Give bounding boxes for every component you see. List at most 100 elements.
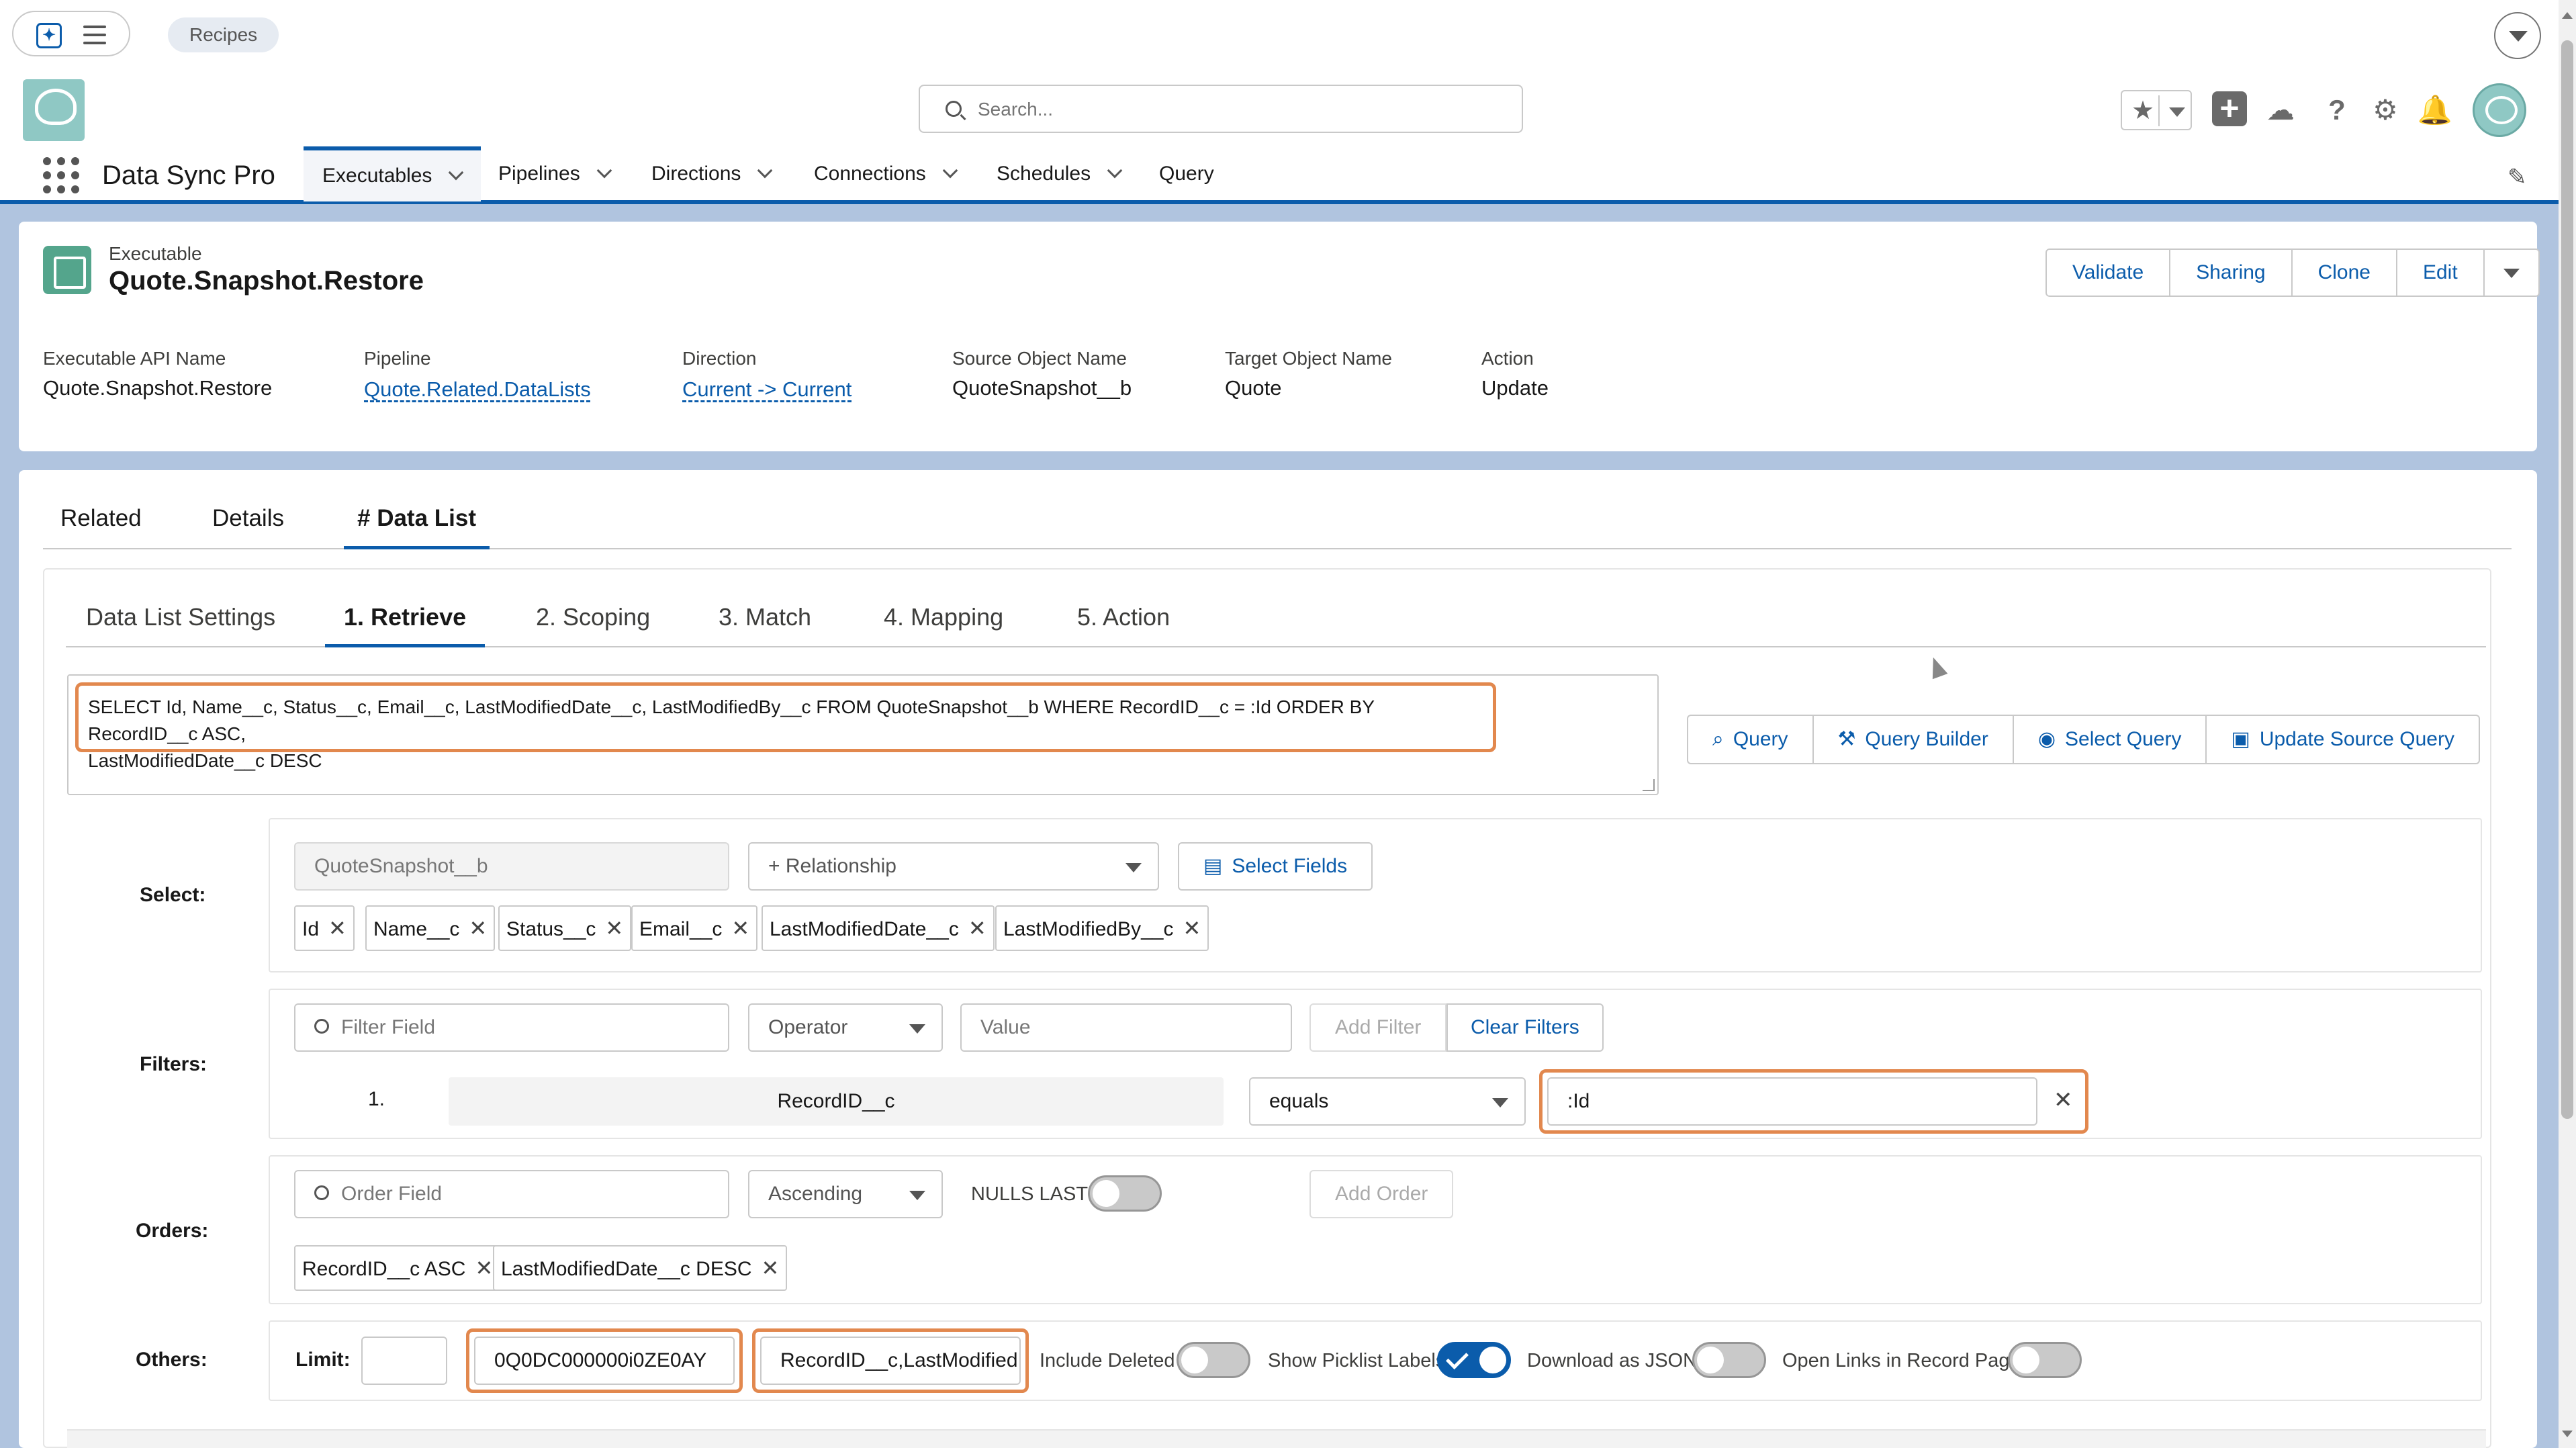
include-deleted-toggle[interactable] [1177, 1342, 1250, 1378]
query-builder-button[interactable]: ⚒ Query Builder [1814, 716, 2014, 763]
show-picklist-labels-toggle[interactable] [1437, 1342, 1511, 1378]
scrollbar[interactable] [2559, 0, 2576, 1448]
direction-link[interactable]: Current -> Current [682, 377, 852, 402]
order-pill[interactable]: RecordID__c ASC ✕ [294, 1245, 502, 1291]
query-line: SELECT Id, Name__c, Status__c, Email__c,… [88, 696, 1375, 744]
close-icon[interactable]: ✕ [1183, 916, 1201, 940]
tab-details[interactable]: Details [212, 505, 284, 549]
pill-label: Id [302, 918, 320, 940]
nulls-last-toggle[interactable] [1088, 1175, 1162, 1212]
field-pill[interactable]: LastModifiedDate__c ✕ [762, 905, 995, 951]
field-pill[interactable]: Id ✕ [294, 905, 355, 951]
close-icon[interactable]: ✕ [469, 916, 487, 940]
tab-mapping[interactable]: 4. Mapping [884, 603, 1003, 647]
gear-icon[interactable]: ⚙ [2366, 91, 2404, 129]
select-value: Operator [768, 1016, 848, 1038]
operator-select[interactable]: Operator [748, 1003, 943, 1052]
sharing-button[interactable]: Sharing [2170, 250, 2293, 296]
chevron-down-icon [2503, 269, 2520, 279]
edit-nav-icon[interactable]: ✎ [2508, 164, 2527, 191]
close-icon[interactable]: ✕ [475, 1256, 493, 1280]
chevron-down-icon[interactable] [449, 165, 464, 181]
filter-field-input[interactable]: Filter Field [294, 1003, 729, 1052]
close-icon[interactable]: ✕ [605, 916, 623, 940]
app-launcher-icon[interactable]: ✦ [36, 23, 62, 48]
close-icon[interactable]: ✕ [731, 916, 749, 940]
close-icon[interactable]: ✕ [328, 916, 347, 940]
order-direction-select[interactable]: Ascending [748, 1170, 943, 1218]
menu-icon[interactable] [83, 26, 106, 44]
query-actions: ⌕ Query ⚒ Query Builder ◉ Select Query ▣ Upd… [1687, 715, 2480, 764]
waffle-icon[interactable] [43, 157, 79, 193]
help-icon[interactable]: ? [2318, 91, 2356, 129]
close-icon[interactable]: ✕ [762, 1256, 780, 1280]
pill-label: Email__c [639, 918, 723, 940]
avatar[interactable] [2473, 83, 2526, 137]
global-search[interactable] [919, 85, 1523, 133]
nav-item-connections[interactable]: Connections [814, 146, 958, 201]
chevron-down-icon[interactable] [2494, 12, 2541, 59]
fields-value-input[interactable]: RecordID__c,LastModifiedDa [760, 1337, 1021, 1385]
more-actions-button[interactable] [2485, 250, 2538, 296]
relationship-select[interactable]: + Relationship [748, 842, 1159, 891]
add-icon[interactable]: + [2212, 91, 2247, 126]
search-icon [946, 101, 962, 117]
nav-item-query[interactable]: Query [1159, 146, 1214, 201]
order-field-input[interactable]: Order Field [294, 1170, 729, 1218]
record-id-input[interactable]: 0Q0DC000000i0ZE0AY [474, 1337, 735, 1385]
resize-handle[interactable] [1643, 779, 1655, 791]
tab-scoping[interactable]: 2. Scoping [536, 603, 650, 647]
field-pill[interactable]: Email__c ✕ [631, 905, 758, 951]
download-json-toggle[interactable] [1692, 1342, 1766, 1378]
filter-value-input[interactable]: Value [960, 1003, 1292, 1052]
tab-action[interactable]: 5. Action [1077, 603, 1170, 647]
tab-data-list[interactable]: # Data List [344, 505, 490, 549]
favorites-button[interactable]: ★ [2121, 90, 2192, 130]
select-label: Select: [140, 884, 206, 906]
pipeline-link[interactable]: Quote.Related.DataLists [364, 377, 591, 402]
tab-data-list-settings[interactable]: Data List Settings [86, 603, 275, 647]
cloud-icon[interactable]: ☁ [2262, 91, 2299, 129]
limit-input[interactable] [361, 1337, 447, 1385]
validate-button[interactable]: Validate [2047, 250, 2171, 296]
nav-item-directions[interactable]: Directions [651, 146, 773, 201]
nav-item-schedules[interactable]: Schedules [997, 146, 1123, 201]
chevron-down-icon[interactable] [942, 163, 958, 179]
button-label: Update Source Query [2259, 728, 2454, 750]
open-links-toggle[interactable] [2008, 1342, 2082, 1378]
clear-filters-button[interactable]: Clear Filters [1446, 1003, 1604, 1052]
field-pill[interactable]: Name__c ✕ [365, 905, 496, 951]
remove-filter-icon[interactable]: ✕ [2054, 1087, 2073, 1114]
field-pill[interactable]: LastModifiedBy__c ✕ [995, 905, 1209, 951]
clone-button[interactable]: Clone [2293, 250, 2397, 296]
field-pill[interactable]: Status__c ✕ [498, 905, 632, 951]
query-button[interactable]: ⌕ Query [1688, 716, 1814, 763]
filter-value-field[interactable]: :Id [1547, 1077, 2037, 1126]
pill-label: RecordID__c ASC [302, 1258, 466, 1280]
filter-operator-select[interactable]: equals [1249, 1077, 1526, 1126]
add-filter-button[interactable]: Add Filter [1309, 1003, 1447, 1052]
nav-item-pipelines[interactable]: Pipelines [498, 146, 612, 201]
tab-related[interactable]: Related [60, 505, 142, 549]
bell-icon[interactable]: 🔔 [2416, 91, 2454, 129]
recipes-pill[interactable]: Recipes [168, 17, 279, 52]
nav-item-executables[interactable]: Executables [304, 146, 481, 201]
app-switcher[interactable]: ✦ [12, 11, 130, 56]
chevron-down-icon[interactable] [596, 163, 612, 179]
add-order-button[interactable]: Add Order [1309, 1170, 1454, 1218]
search-input[interactable] [978, 93, 1502, 126]
order-pill[interactable]: LastModifiedDate__c DESC ✕ [493, 1245, 788, 1291]
update-source-query-button[interactable]: ▣ Update Source Query [2207, 716, 2479, 763]
chevron-down-icon[interactable] [757, 163, 773, 179]
query-text[interactable]: SELECT Id, Name__c, Status__c, Email__c,… [75, 682, 1496, 771]
close-icon[interactable]: ✕ [968, 916, 986, 940]
tab-retrieve[interactable]: 1. Retrieve [325, 603, 486, 647]
select-fields-button[interactable]: ▤ Select Fields [1178, 842, 1373, 891]
star-icon[interactable]: ★ [2127, 95, 2160, 126]
chevron-down-icon[interactable] [1107, 163, 1123, 179]
favorites-dropdown-icon[interactable] [2169, 107, 2185, 117]
edit-button[interactable]: Edit [2397, 250, 2485, 296]
chevron-down-icon [1125, 863, 1142, 872]
select-query-button[interactable]: ◉ Select Query [2014, 716, 2207, 763]
tab-match[interactable]: 3. Match [719, 603, 811, 647]
